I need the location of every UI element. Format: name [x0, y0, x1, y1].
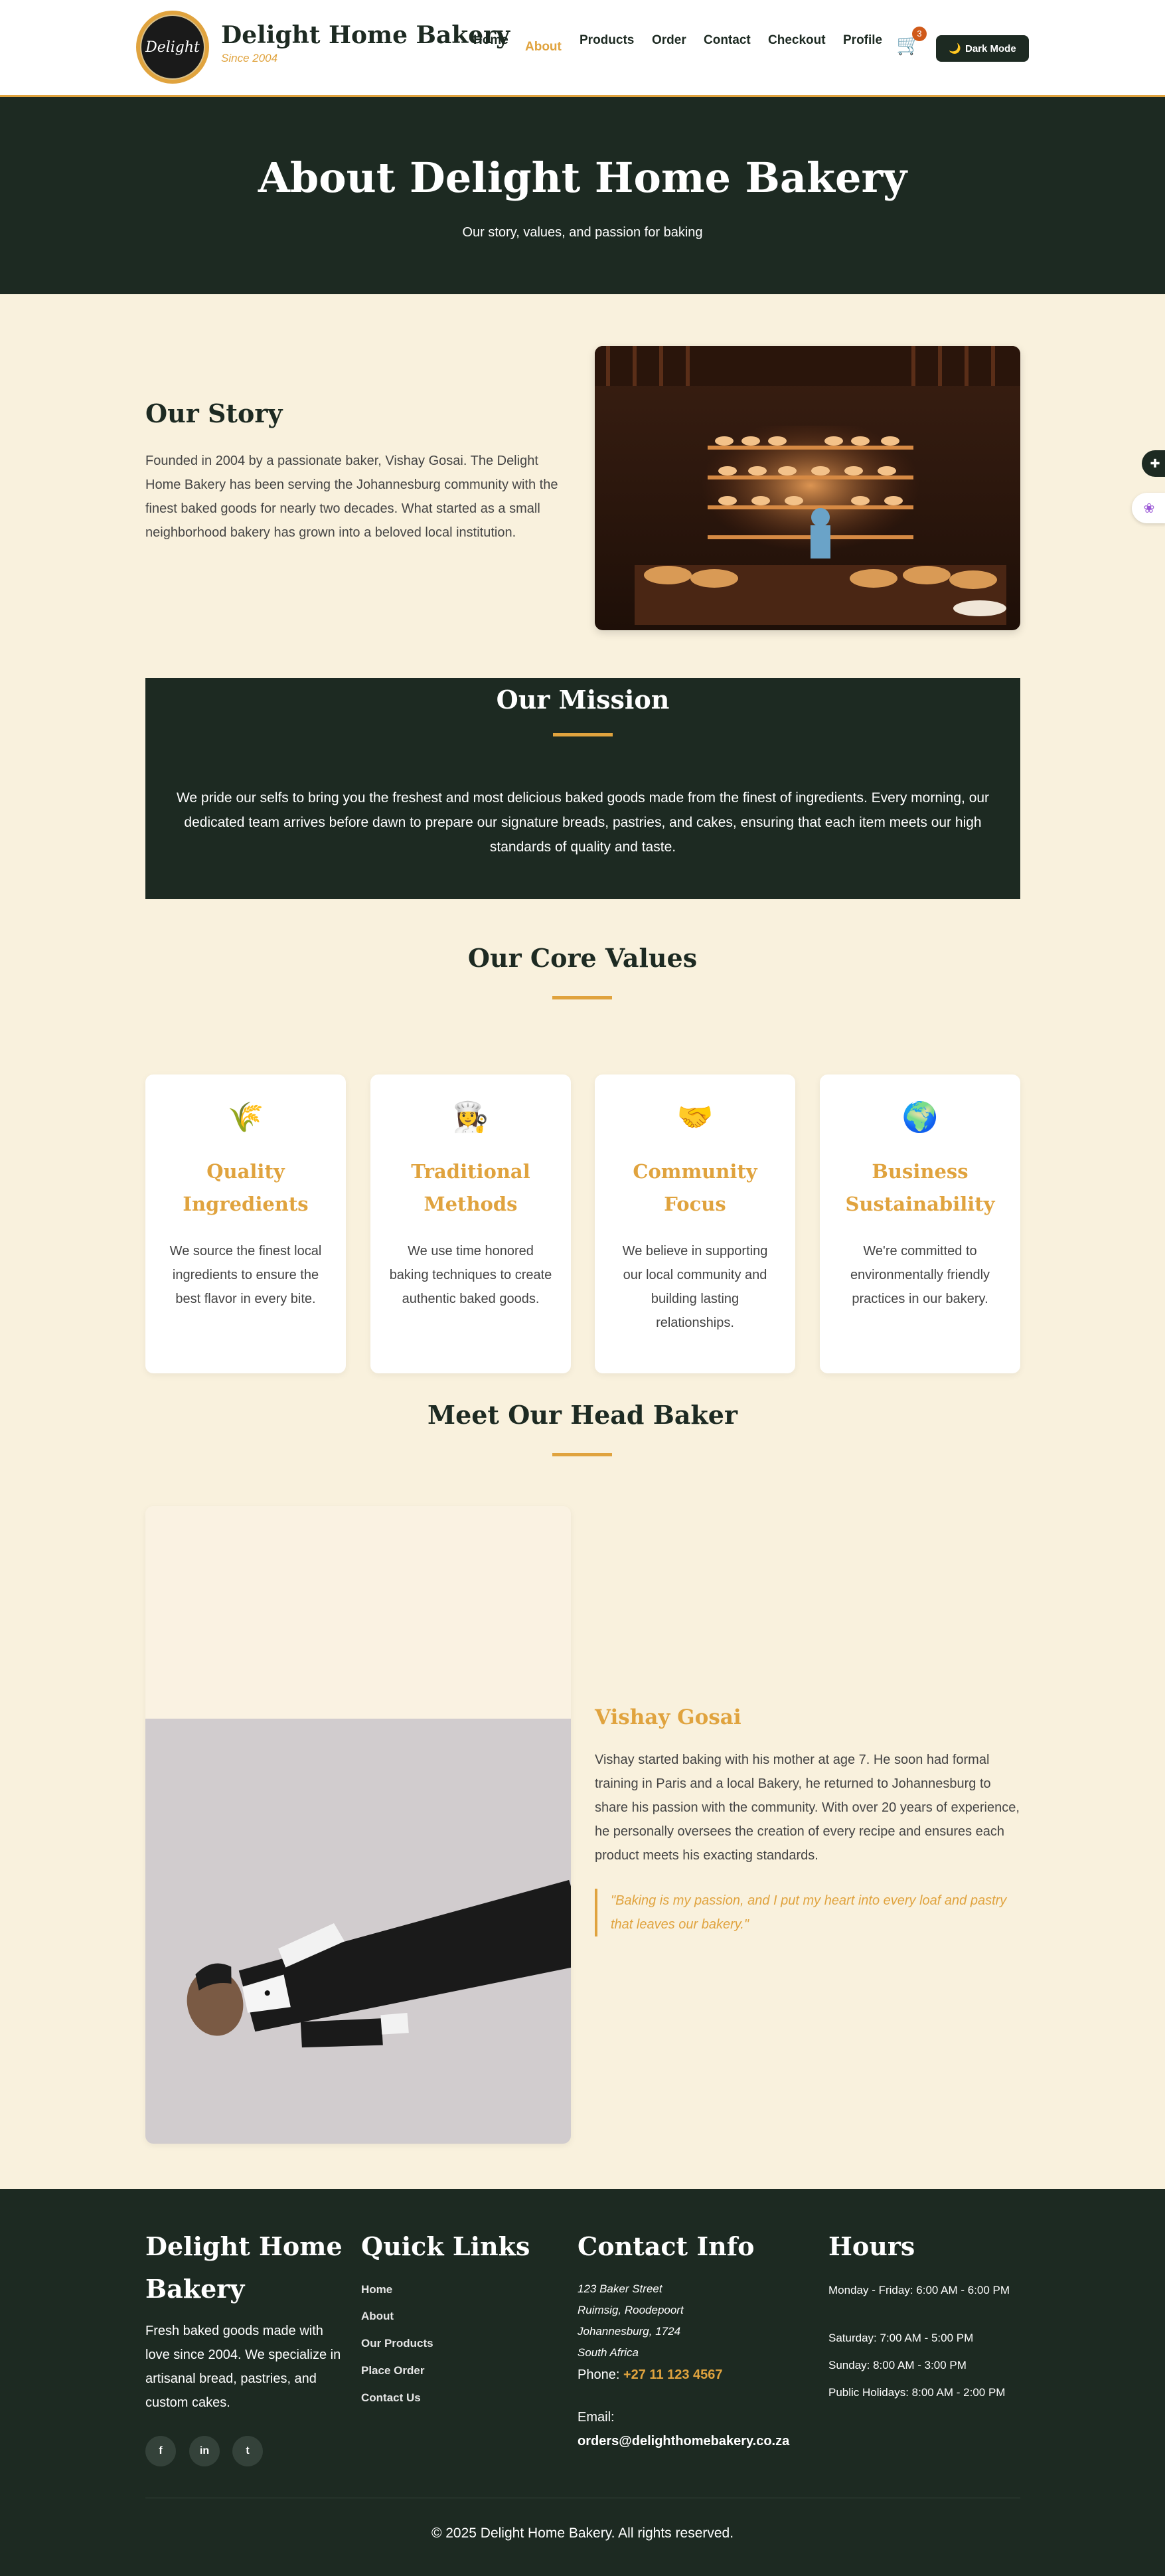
head-baker-photo	[145, 1506, 571, 2144]
nav-link-contact[interactable]: Contact	[704, 33, 751, 48]
mission-title: Our Mission	[496, 685, 670, 715]
mission-section: Our Mission We pride our selfs to bring …	[145, 678, 1020, 899]
accessibility-widget-icon[interactable]: ✚	[1142, 450, 1165, 477]
mission-text: We pride our selfs to bring you the fres…	[176, 790, 990, 855]
value-card-text: We source the finest local ingredients t…	[169, 1244, 322, 1306]
baker-name: Vishay Gosai	[595, 1705, 741, 1729]
value-card-title: Quality Ingredients	[183, 1160, 309, 1215]
address-line: Ruimsig, Roodepoort	[578, 2304, 684, 2316]
baker-divider	[552, 1453, 612, 1456]
hours-row: Public Holidays: 8:00 AM - 2:00 PM	[828, 2386, 1006, 2399]
bakery-interior-image	[595, 346, 1020, 630]
phone-row: Phone: +27 11 123 4567	[578, 2363, 723, 2387]
address-line: South Africa	[578, 2346, 639, 2359]
footer-brand-line2: Bakery	[145, 2274, 245, 2304]
dark-mode-button[interactable]: 🌙 Dark Mode	[936, 35, 1029, 62]
value-card-traditional: 👩‍🍳 Traditional Methods We use time hono…	[370, 1074, 571, 1373]
nav-link-checkout[interactable]: Checkout	[768, 33, 826, 48]
logo-text: Delight	[140, 15, 205, 80]
navbar: Delight Delight Home Bakery Since 2004 H…	[0, 0, 1165, 97]
globe-icon: 🌍	[901, 1101, 939, 1134]
brand-since: Since 2004	[221, 52, 278, 64]
twitter-icon[interactable]: t	[232, 2436, 263, 2466]
cart-count-badge: 3	[912, 27, 927, 41]
moon-icon: 🌙	[949, 43, 961, 54]
mission-divider	[553, 733, 613, 736]
value-card-text: We're committed to environmentally frien…	[850, 1244, 990, 1306]
page-subtitle: Our story, values, and passion for bakin…	[462, 225, 703, 240]
dark-mode-label: Dark Mode	[965, 43, 1016, 54]
footer-link-home[interactable]: Home	[361, 2283, 392, 2296]
phone-label: Phone:	[578, 2367, 620, 2382]
linkedin-icon[interactable]: in	[189, 2436, 220, 2466]
copyright-text: © 2025 Delight Home Bakery. All rights r…	[431, 2526, 734, 2541]
baker-quote: "Baking is my passion, and I put my hear…	[595, 1889, 1020, 1936]
hero-banner: About Delight Home Bakery Our story, val…	[0, 97, 1165, 294]
bakery-logo[interactable]: Delight	[136, 11, 209, 84]
value-card-sustainability: 🌍 Business Sustainability We're committe…	[820, 1074, 1020, 1373]
email-label: Email:	[578, 2410, 615, 2425]
hours-row: Saturday: 7:00 AM - 5:00 PM	[828, 2332, 974, 2344]
footer-brand-text: Fresh baked goods made with love since 2…	[145, 2324, 341, 2410]
footer-link-about[interactable]: About	[361, 2310, 394, 2323]
baker-section-title: Meet Our Head Baker	[427, 1400, 738, 1430]
hours-row: Monday - Friday: 6:00 AM - 6:00 PM	[828, 2284, 1010, 2296]
footer-link-contact[interactable]: Contact Us	[361, 2391, 421, 2405]
nav-link-home[interactable]: Home	[473, 33, 508, 48]
footer-link-products[interactable]: Our Products	[361, 2337, 433, 2350]
address-line: Johannesburg, 1724	[578, 2325, 681, 2338]
wheat-icon: 🌾	[227, 1101, 264, 1134]
hours-title: Hours	[828, 2231, 915, 2261]
handshake-icon: 🤝	[676, 1101, 714, 1134]
value-card-title: Business Sustainability	[845, 1160, 995, 1215]
story-title: Our Story	[145, 398, 283, 428]
nav-link-products[interactable]: Products	[580, 33, 634, 48]
quick-links-title: Quick Links	[361, 2231, 530, 2261]
value-card-text: We believe in supporting our local commu…	[622, 1244, 768, 1330]
contact-info-title: Contact Info	[578, 2231, 755, 2261]
address-line: 123 Baker Street	[578, 2282, 662, 2295]
chef-icon: 👩‍🍳	[452, 1101, 489, 1134]
brand-name[interactable]: Delight Home Bakery	[221, 21, 510, 49]
nav-link-about[interactable]: About	[525, 40, 562, 54]
story-text: Founded in 2004 by a passionate baker, V…	[145, 454, 558, 540]
value-card-title: Community Focus	[633, 1160, 757, 1215]
phone-link[interactable]: +27 11 123 4567	[623, 2367, 723, 2382]
values-title: Our Core Values	[467, 943, 698, 973]
values-divider	[552, 996, 612, 999]
footer-link-order[interactable]: Place Order	[361, 2364, 424, 2377]
assistant-widget-icon[interactable]: ❀	[1132, 493, 1165, 523]
hours-row: Sunday: 8:00 AM - 3:00 PM	[828, 2359, 967, 2371]
value-card-title: Traditional Methods	[411, 1160, 530, 1215]
nav-link-profile[interactable]: Profile	[843, 33, 882, 48]
footer-brand-title: Delight Home Bakery	[145, 2225, 343, 2310]
footer-brand-line1: Delight Home	[145, 2231, 343, 2261]
email-link[interactable]: orders@delighthomebakery.co.za	[578, 2429, 789, 2453]
value-card-community: 🤝 Community Focus We believe in supporti…	[595, 1074, 795, 1373]
nav-link-order[interactable]: Order	[652, 33, 686, 48]
value-card-quality: 🌾 Quality Ingredients We source the fine…	[145, 1074, 346, 1373]
facebook-icon[interactable]: f	[145, 2436, 176, 2466]
page-title: About Delight Home Bakery	[258, 153, 907, 202]
baker-bio: Vishay started baking with his mother at…	[595, 1753, 1020, 1863]
value-card-text: We use time honored baking techniques to…	[389, 1244, 552, 1306]
